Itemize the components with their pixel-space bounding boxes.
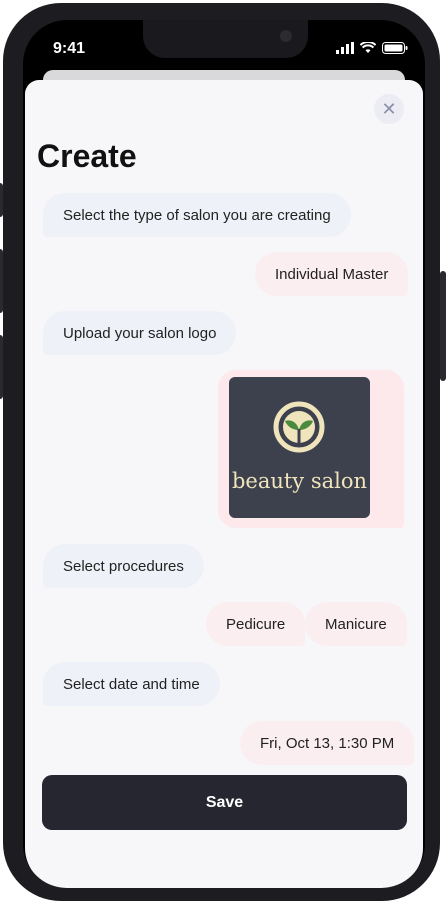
answer-salon-type[interactable]: Individual Master [255,252,409,296]
phone-frame: 9:41 ✕ Create Select the type of salon y… [0,3,446,901]
battery-icon [382,42,408,54]
question-upload-logo: Upload your salon logo [43,311,237,355]
silent-switch [0,183,3,217]
signal-icon [336,42,354,54]
leaf-logo-icon [273,401,325,453]
status-time: 9:41 [53,40,86,57]
notch [143,20,308,58]
question-salon-type: Select the type of salon you are creatin… [43,193,351,237]
answer-procedure-manicure[interactable]: Manicure [305,602,407,646]
volume-down-button [0,335,3,399]
page-title: Create [37,138,137,174]
camera-icon [280,30,292,42]
salon-logo-image: beauty salon [229,377,370,518]
answer-date-time[interactable]: Fri, Oct 13, 1:30 PM [240,721,415,765]
uploaded-logo-bubble[interactable]: beauty salon [218,370,404,528]
save-button[interactable]: Save [42,775,407,830]
question-procedures: Select procedures [43,544,204,588]
close-button[interactable]: ✕ [374,94,404,124]
status-icons [336,42,408,54]
power-button [440,271,446,381]
volume-up-button [0,249,3,313]
answer-procedure-pedicure[interactable]: Pedicure [206,602,306,646]
create-sheet: ✕ Create Select the type of salon you ar… [25,80,423,888]
screen: 9:41 ✕ Create Select the type of salon y… [23,20,425,888]
logo-text: beauty salon [231,469,368,493]
question-date-time: Select date and time [43,662,220,706]
wifi-icon [360,42,376,53]
